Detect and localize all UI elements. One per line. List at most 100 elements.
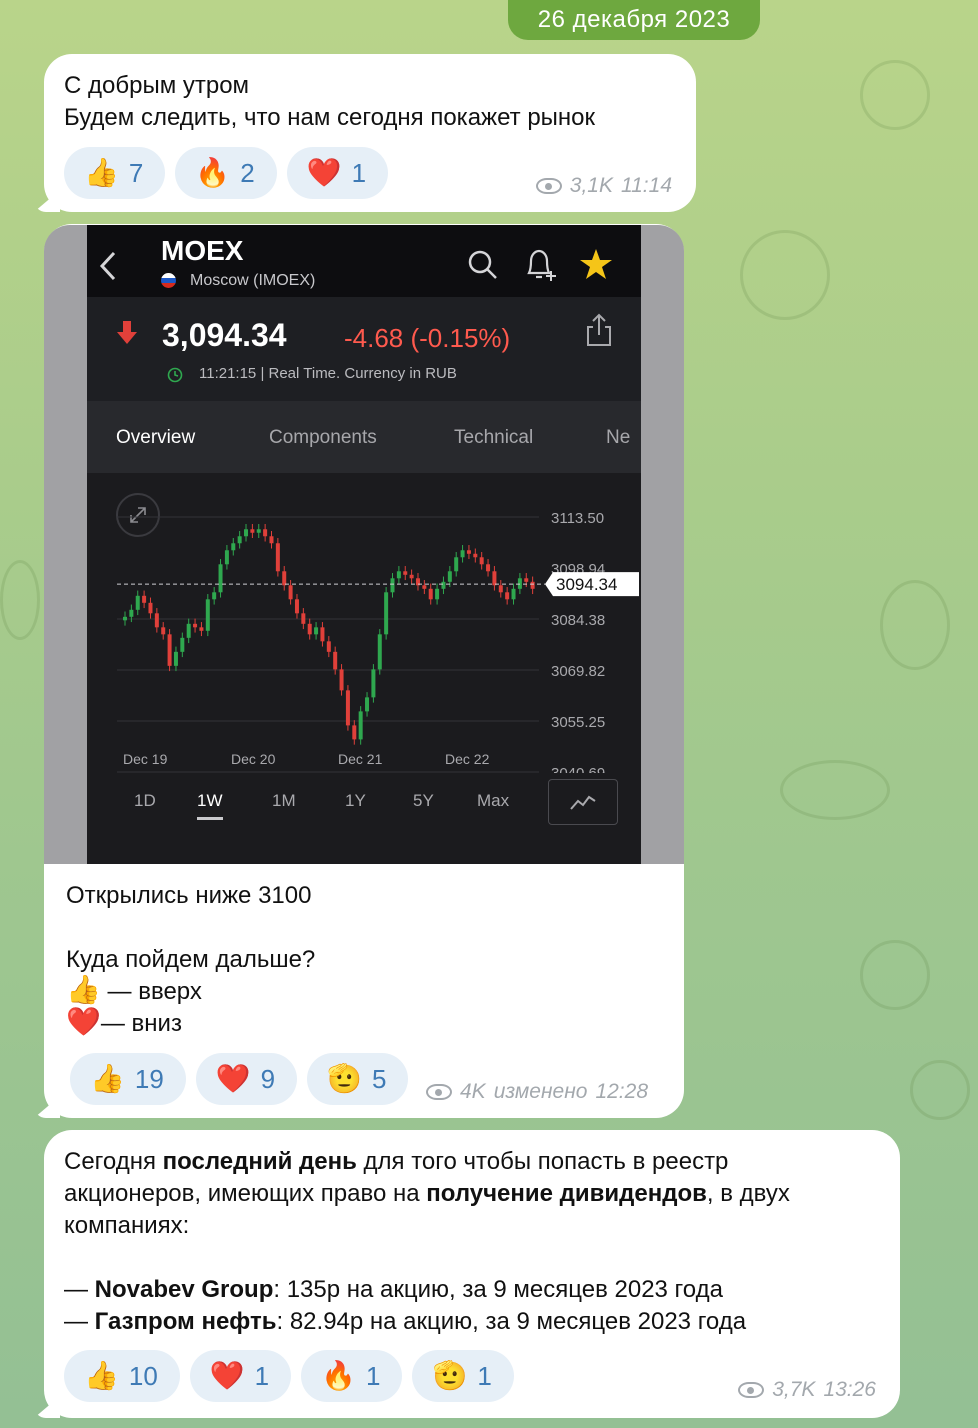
message-line: С добрым утром [64, 72, 250, 99]
candle-body [256, 529, 261, 533]
text-span: : 135р на акцию, за 9 месяцев 2023 года [273, 1276, 723, 1303]
candle-body [212, 592, 217, 600]
option-down-label: — вниз [100, 1010, 182, 1037]
message-text: С добрым утром Будем следить, что нам се… [64, 70, 595, 134]
background-doodle [780, 760, 890, 820]
message-time: 12:28 [595, 1080, 649, 1103]
range-1w[interactable]: 1W [197, 791, 223, 820]
candle-body [161, 627, 166, 635]
thumbs-up-icon: 👍 [84, 1360, 119, 1391]
reaction-heart[interactable]: ❤️ 1 [189, 1350, 292, 1402]
candle-body [186, 623, 191, 638]
candle-body [326, 641, 331, 652]
y-tick-label: 3113.50 [551, 510, 604, 527]
fire-icon: 🔥 [321, 1360, 357, 1391]
y-tick-label: 3084.38 [551, 612, 605, 629]
back-icon [99, 251, 116, 281]
candle-body [345, 690, 350, 726]
message-line: Будем следить, что нам сегодня покажет р… [64, 104, 596, 131]
candle-body [333, 651, 338, 670]
message-line: акционеров, имеющих право на получение д… [64, 1178, 790, 1210]
reaction-thumbs-up[interactable]: 👍 10 [64, 1350, 180, 1402]
message-bubble[interactable]: С добрым утром Будем следить, что нам се… [34, 54, 696, 212]
candle-body [498, 585, 503, 593]
eye-icon [426, 1084, 452, 1100]
edited-label: изменено [493, 1080, 588, 1103]
caption-line: Открылись ниже 3100 [66, 882, 312, 909]
current-price: 3,094.34 [162, 317, 287, 353]
candle-body [148, 602, 153, 614]
reaction-heart[interactable]: ❤️ 9 [195, 1053, 298, 1105]
tab-overview[interactable]: Overview [116, 427, 195, 449]
heart-icon: ❤️ [215, 1063, 251, 1094]
text-span: — [64, 1308, 95, 1335]
tab-components[interactable]: Components [269, 427, 377, 449]
candle-body [135, 595, 140, 610]
caption-line: Куда пойдем дальше? [66, 946, 316, 973]
dividend-item: — Газпром нефть: 82.94р на акцию, за 9 м… [64, 1306, 790, 1338]
candle-body [454, 557, 459, 572]
search-icon [468, 250, 497, 279]
background-doodle [740, 230, 830, 320]
message-time: 13:26 [823, 1378, 876, 1401]
candle-body [428, 588, 433, 600]
range-1d[interactable]: 1D [134, 791, 156, 811]
reaction-count: 7 [128, 157, 144, 188]
range-1y[interactable]: 1Y [345, 791, 366, 811]
tab-technical[interactable]: Technical [454, 427, 533, 449]
reaction-thumbs-up[interactable]: 👍 7 [64, 147, 166, 199]
candle-body [403, 571, 408, 575]
candle-body [199, 627, 204, 631]
reaction-count: 1 [366, 1360, 381, 1391]
date-pill: 26 декабря 2023 [508, 0, 760, 40]
reaction-fire[interactable]: 🔥 1 [301, 1350, 403, 1402]
chart-screenshot[interactable]: MOEX Moscow (IMOEX) 3,094.34 -4.68 (-0.1… [44, 225, 684, 864]
chart-type-button[interactable] [548, 779, 618, 825]
range-5y[interactable]: 5Y [413, 791, 434, 811]
poll-option-up: 👍 — вверх [66, 976, 315, 1008]
candle-body [237, 536, 242, 544]
text-span: Сегодня [64, 1148, 163, 1175]
tab-news[interactable]: Ne [606, 427, 630, 449]
candle-body [173, 651, 178, 666]
x-tick-label: Dec 22 [445, 751, 490, 767]
candle-body [517, 578, 522, 589]
x-tick-label: Dec 20 [231, 751, 276, 767]
reaction-salute[interactable]: 🫡 1 [412, 1350, 514, 1402]
message-bubble[interactable]: Сегодня последний день для того чтобы по… [34, 1130, 900, 1418]
tab-bar: Overview Components Technical Ne [87, 401, 641, 473]
x-tick-label: Dec 19 [123, 751, 168, 767]
russia-flag-icon [161, 273, 176, 288]
eye-icon [738, 1382, 765, 1398]
candle-body [167, 634, 172, 666]
bubble-tail [34, 1096, 60, 1118]
heart-icon: ❤️ [66, 1006, 101, 1037]
range-1m[interactable]: 1M [272, 791, 296, 811]
reaction-fire[interactable]: 🔥 2 [175, 147, 277, 199]
reaction-heart[interactable]: ❤️ 1 [286, 147, 389, 199]
y-tick-label: 3069.82 [551, 663, 605, 680]
candle-body [441, 581, 446, 589]
range-max[interactable]: Max [477, 791, 509, 811]
view-count: 3,1K [569, 174, 613, 197]
reaction-thumbs-up[interactable]: 👍 19 [70, 1053, 186, 1105]
candle-body [352, 725, 357, 740]
company-name: Газпром нефть [94, 1308, 277, 1335]
candle-body [339, 669, 344, 691]
text-span: для того чтобы попасть в реестр [356, 1148, 729, 1175]
reaction-salute[interactable]: 🫡 5 [307, 1053, 409, 1105]
ticker-symbol: MOEX [161, 235, 244, 266]
star-icon [580, 249, 612, 279]
candle-body [250, 529, 255, 533]
candle-body [129, 609, 134, 617]
candle-body [180, 637, 185, 652]
heart-icon: ❤️ [209, 1360, 245, 1391]
candle-body [511, 588, 516, 600]
candle-body [142, 595, 147, 603]
bell-plus-icon [527, 249, 556, 281]
eye-icon [535, 178, 562, 194]
reactions-row: 👍 10 ❤️ 1 🔥 1 🫡 1 [64, 1350, 514, 1402]
fire-icon: 🔥 [195, 157, 231, 188]
candle-body [486, 564, 491, 572]
candle-body [269, 536, 274, 544]
